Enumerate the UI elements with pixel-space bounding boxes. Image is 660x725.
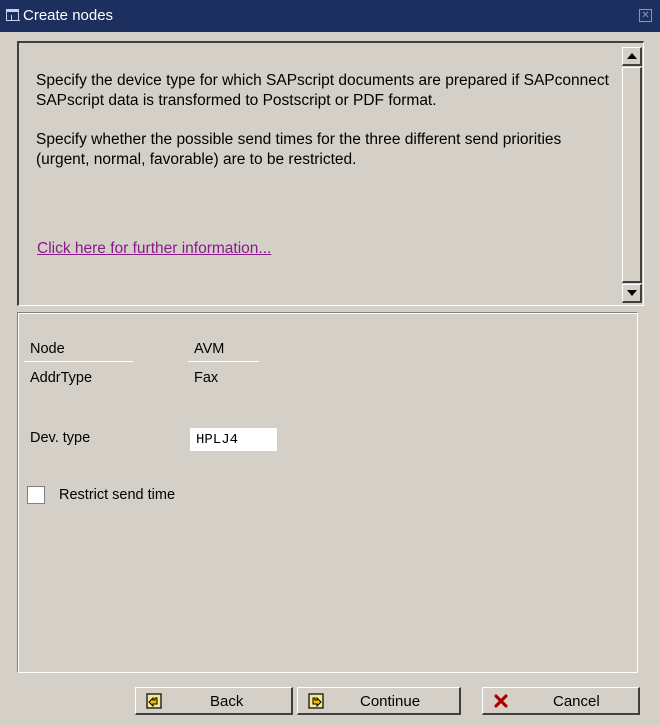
node-label-underline: [24, 361, 133, 362]
info-paragraph-device-type: Specify the device type for which SAPscr…: [36, 72, 609, 109]
restrict-send-time-checkbox[interactable]: [27, 486, 45, 504]
dialog-icon: [6, 9, 20, 21]
info-paragraph-send-time: Specify whether the possible send times …: [36, 131, 562, 168]
arrow-down-icon: [626, 290, 637, 296]
back-label: Back: [210, 693, 244, 710]
node-value: AVM: [194, 341, 225, 357]
info-scrollbar[interactable]: [622, 47, 642, 303]
devtype-label: Dev. type: [30, 430, 91, 446]
node-label: Node: [30, 341, 65, 357]
node-value-underline: [188, 361, 259, 362]
restrict-send-time-label: Restrict send time: [59, 487, 176, 503]
scroll-down-button[interactable]: [622, 284, 642, 303]
devtype-input[interactable]: [190, 428, 277, 451]
cancel-button[interactable]: Cancel: [482, 687, 640, 715]
window-title: Create nodes: [23, 7, 114, 24]
continue-button[interactable]: Continue: [297, 687, 461, 715]
close-icon[interactable]: ✕: [639, 9, 652, 22]
back-button[interactable]: Back: [135, 687, 293, 715]
scroll-thumb[interactable]: [622, 67, 642, 283]
title-bar: Create nodes ✕: [0, 0, 660, 32]
cancel-label: Cancel: [553, 693, 600, 710]
addrtype-value: Fax: [194, 370, 219, 386]
continue-icon: [308, 693, 324, 709]
addrtype-label: AddrType: [30, 370, 93, 386]
back-icon: [146, 693, 162, 709]
continue-label: Continue: [360, 693, 421, 710]
cancel-icon: [494, 694, 508, 708]
info-panel: Specify the device type for which SAPscr…: [17, 41, 644, 306]
info-text: Specify the device type for which SAPscr…: [36, 71, 616, 189]
arrow-up-icon: [626, 53, 637, 59]
scroll-up-button[interactable]: [622, 47, 642, 66]
further-information-link[interactable]: Click here for further information...: [37, 240, 271, 258]
